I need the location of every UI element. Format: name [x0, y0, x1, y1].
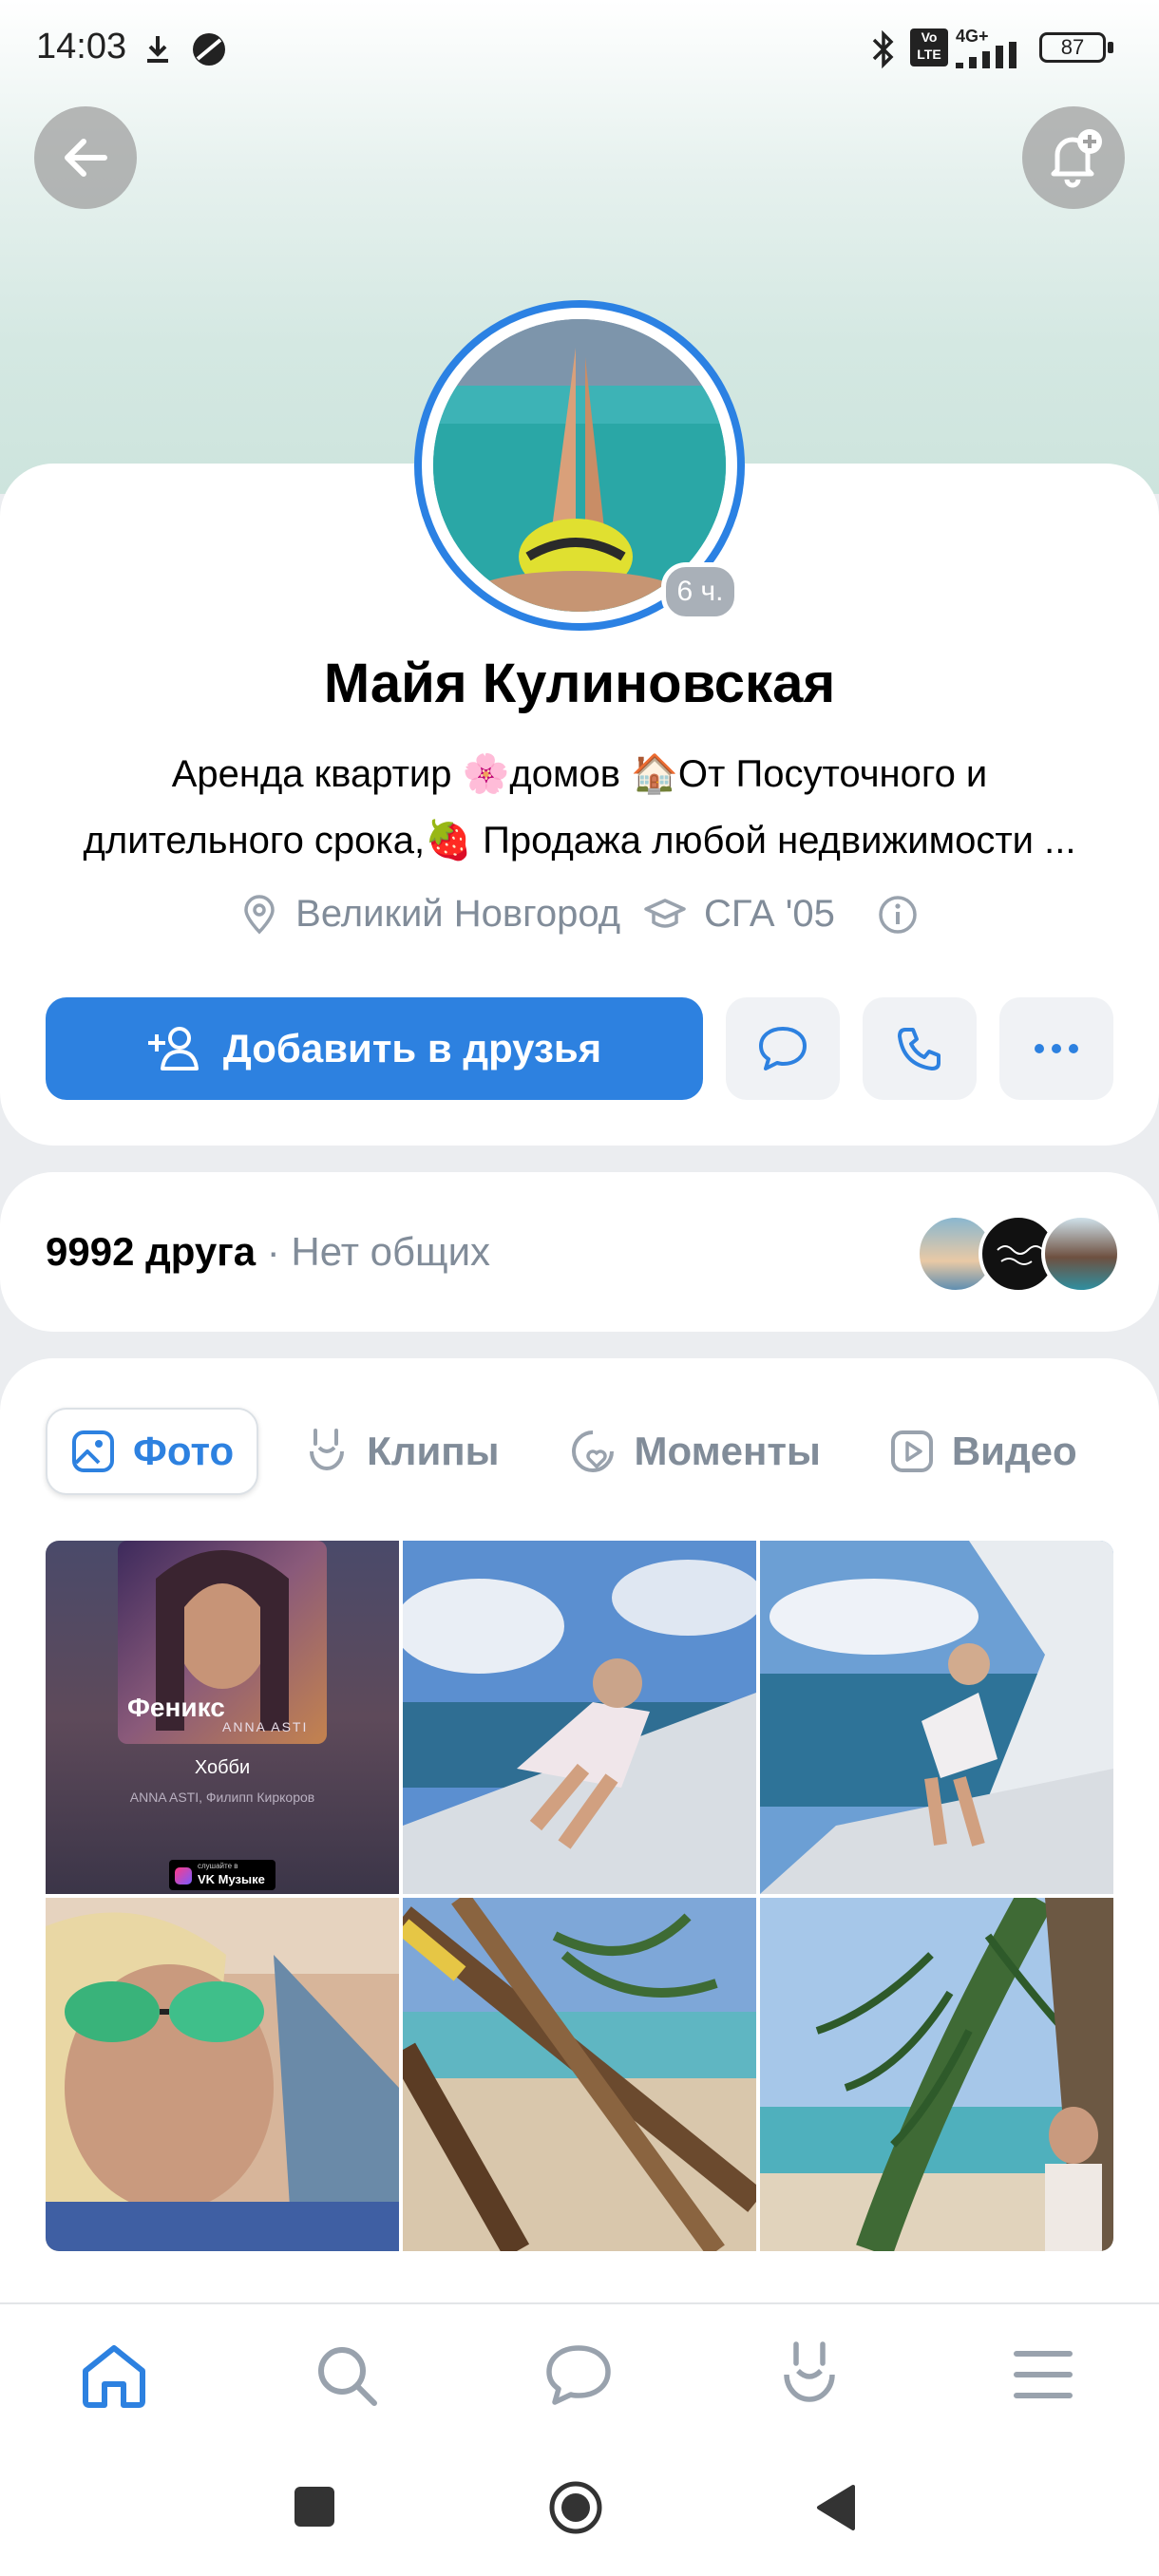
- friend-avatar: [1041, 1214, 1121, 1294]
- add-friend-button[interactable]: Добавить в друзья: [46, 997, 703, 1100]
- video-icon: [890, 1430, 933, 1472]
- phone-icon: [898, 1028, 940, 1070]
- battery-tip: [1108, 42, 1113, 53]
- tab-photos[interactable]: Фото: [46, 1408, 259, 1495]
- battery-icon: 87: [1039, 32, 1106, 63]
- photo-selfie: [46, 1898, 399, 2251]
- info-icon[interactable]: [877, 894, 919, 936]
- messenger-icon[interactable]: [543, 2342, 614, 2409]
- vk-music-badge-prefix: слушайте в: [198, 1862, 238, 1870]
- add-friend-label: Добавить в друзья: [222, 1026, 602, 1070]
- more-dots-icon: [1035, 1044, 1078, 1053]
- friends-summary[interactable]: 9992 друга · Нет общих: [46, 1229, 490, 1275]
- photo-thumbnail[interactable]: [760, 1898, 1113, 2251]
- clips-icon: [310, 1429, 345, 1470]
- moments-icon: [571, 1430, 614, 1472]
- profile-city: Великий Новгород: [295, 893, 621, 935]
- tab-video[interactable]: Видео: [866, 1408, 1100, 1495]
- profile-meta: Великий Новгород СГА '05: [0, 893, 1159, 936]
- photo-boat-2: [760, 1541, 1113, 1894]
- clips-nav-icon[interactable]: [779, 2339, 840, 2413]
- volte-icon: Vo LTE: [910, 28, 948, 66]
- subscribe-notifications-button[interactable]: [1022, 106, 1125, 209]
- track-title: Хобби: [194, 1757, 251, 1778]
- status-time: 14:03: [36, 27, 127, 66]
- recent-apps-icon[interactable]: [294, 2487, 334, 2527]
- arrow-left-icon: [65, 139, 107, 177]
- friends-common: · Нет общих: [266, 1229, 491, 1274]
- profile-status-line2: длительного срока,🍓 Продажа любой недвиж…: [83, 820, 1076, 862]
- search-icon[interactable]: [314, 2342, 380, 2409]
- photo-music-card[interactable]: Феникс ANNA ASTI Хобби ANNA ASTI, Филипп…: [46, 1541, 399, 1894]
- home-icon[interactable]: [80, 2342, 148, 2409]
- tab-video-label: Видео: [951, 1429, 1077, 1473]
- track-artists: ANNA ASTI, Филипп Киркоров: [129, 1790, 315, 1805]
- photo-palm-2: [760, 1898, 1113, 2251]
- download-icon: [147, 36, 168, 63]
- vk-music-badge-label: VK Музыке: [198, 1872, 265, 1886]
- profile-name: Майя Кулиновская: [323, 653, 836, 714]
- bottom-navigation: [0, 2302, 1159, 2447]
- media-tabs: Фото Клипы Моменты Видео: [46, 1406, 1123, 1497]
- friends-count: 9992 друга: [46, 1229, 256, 1274]
- home-system-icon[interactable]: [547, 2479, 604, 2536]
- tab-moments-label: Моменты: [634, 1429, 821, 1473]
- call-button[interactable]: [863, 997, 977, 1100]
- dnd-icon: [193, 33, 225, 66]
- message-button[interactable]: [726, 997, 840, 1100]
- signal-icon: [956, 42, 1016, 68]
- photo-thumbnail[interactable]: [403, 1898, 756, 2251]
- tab-moments[interactable]: Моменты: [545, 1408, 844, 1495]
- back-button[interactable]: [34, 106, 137, 209]
- tab-clips[interactable]: Клипы: [281, 1408, 522, 1495]
- more-button[interactable]: [999, 997, 1113, 1100]
- status-bar: 14:03 Vo LTE 4G+ 87: [0, 0, 1159, 95]
- location-pin-icon: [244, 894, 275, 934]
- menu-icon[interactable]: [1013, 2348, 1074, 2401]
- bluetooth-icon: [872, 29, 894, 69]
- message-icon: [759, 1027, 807, 1070]
- profile-status[interactable]: Аренда квартир 🌸домов 🏠От Посуточного и …: [38, 741, 1121, 874]
- tab-photos-label: Фото: [133, 1429, 235, 1473]
- bell-plus-icon: [1051, 129, 1102, 188]
- album-title: Феникс: [127, 1693, 225, 1722]
- photo-thumbnail[interactable]: [760, 1541, 1113, 1894]
- vk-music-badge: слушайте в VK Музыке: [169, 1860, 276, 1890]
- album-artist: ANNA ASTI: [222, 1719, 309, 1734]
- photo-thumbnail[interactable]: [403, 1541, 756, 1894]
- album-cover: Феникс ANNA ASTI: [118, 1541, 327, 1744]
- back-system-icon[interactable]: [813, 2483, 857, 2532]
- vk-music-icon: [175, 1867, 192, 1885]
- system-navigation: [0, 2445, 1159, 2576]
- education-cap-icon: [644, 898, 686, 928]
- photo-icon: [72, 1430, 114, 1472]
- tab-clips-label: Клипы: [367, 1429, 500, 1473]
- profile-education: СГА '05: [704, 893, 835, 935]
- add-user-icon: [147, 1027, 199, 1070]
- photo-boat-1: [403, 1541, 756, 1894]
- story-age-badge: 6 ч.: [661, 562, 739, 621]
- profile-status-line1: Аренда квартир 🌸домов 🏠От Посуточного и: [171, 753, 988, 795]
- photo-thumbnail[interactable]: [46, 1898, 399, 2251]
- photo-palm-1: [403, 1898, 756, 2251]
